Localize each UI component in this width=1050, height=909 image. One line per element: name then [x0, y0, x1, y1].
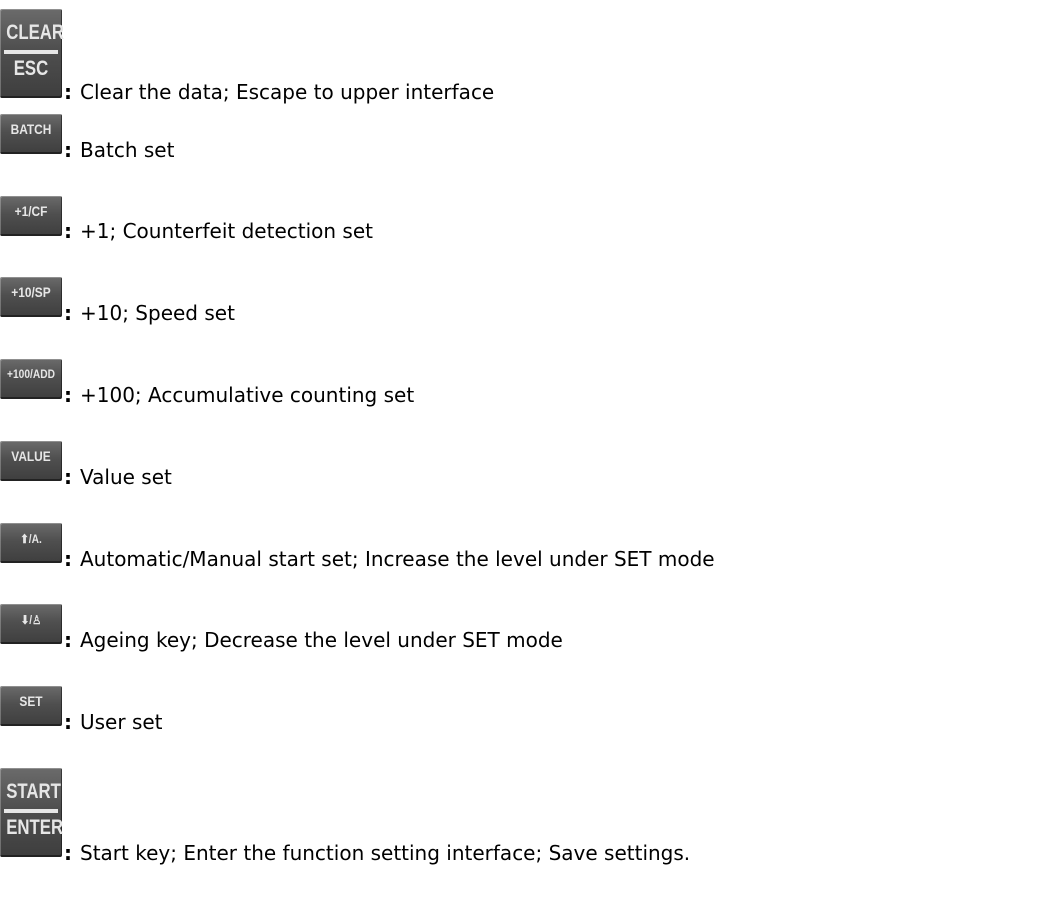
key-divider-bar: [4, 50, 58, 54]
key-description: : Start key; Enter the function setting i…: [64, 841, 690, 865]
plus100-add-key[interactable]: +100/ADD: [0, 359, 62, 399]
plus10-sp-key[interactable]: +10/SP: [0, 277, 62, 317]
down-ageing-key[interactable]: ⬇/♙: [0, 604, 62, 644]
plus100-add-description: +100; Accumulative counting set: [80, 383, 415, 407]
key-description: : +10; Speed set: [64, 301, 235, 325]
plus1-cf-key-label: +1/CF: [14, 203, 48, 219]
key-description: : +1; Counterfeit detection set: [64, 219, 373, 243]
up-arrow-auto-key-label: ⬆/A.: [20, 532, 42, 546]
esc-key-label: ESC: [13, 57, 49, 80]
key-description: : User set: [64, 710, 163, 734]
colon-separator: :: [64, 80, 72, 104]
key-description: : Value set: [64, 465, 172, 489]
plus10-sp-key-label: +10/SP: [11, 284, 51, 300]
set-key-label: SET: [19, 693, 43, 709]
plus1-cf-key[interactable]: +1/CF: [0, 196, 62, 236]
colon-separator: :: [64, 547, 72, 571]
start-enter-description: Start key; Enter the function setting in…: [80, 841, 691, 865]
batch-key[interactable]: BATCH: [0, 114, 62, 154]
batch-key-label: BATCH: [10, 121, 52, 137]
set-key[interactable]: SET: [0, 686, 62, 726]
colon-separator: :: [64, 138, 72, 162]
value-key-label: VALUE: [11, 448, 51, 464]
value-description: Value set: [80, 465, 172, 489]
value-key[interactable]: VALUE: [0, 441, 62, 481]
plus100-add-key-label: +100/ADD: [7, 367, 55, 381]
up-auto-key[interactable]: ⬆/A.: [0, 523, 62, 563]
colon-separator: :: [64, 383, 72, 407]
key-description: : Batch set: [64, 138, 174, 162]
enter-key-label: ENTER: [6, 816, 64, 839]
colon-separator: :: [64, 628, 72, 652]
up-auto-description: Automatic/Manual start set; Increase the…: [80, 547, 715, 571]
colon-separator: :: [64, 710, 72, 734]
plus10-sp-description: +10; Speed set: [80, 301, 235, 325]
colon-separator: :: [64, 465, 72, 489]
start-enter-key[interactable]: START ENTER: [0, 768, 64, 857]
key-description: : Clear the data; Escape to upper interfa…: [64, 80, 494, 104]
key-divider-bar: [4, 809, 58, 813]
down-ageing-description: Ageing key; Decrease the level under SET…: [80, 628, 563, 652]
colon-separator: :: [64, 841, 72, 865]
clear-key-label: CLEAR: [6, 21, 65, 44]
key-description: : Automatic/Manual start set; Increase th…: [64, 547, 715, 571]
colon-separator: :: [64, 301, 72, 325]
colon-separator: :: [64, 219, 72, 243]
clear-esc-description: Clear the data; Escape to upper interfac…: [80, 80, 495, 104]
key-description: : +100; Accumulative counting set: [64, 383, 414, 407]
down-arrow-person-key-label: ⬇/♙: [20, 613, 42, 627]
batch-description: Batch set: [80, 138, 175, 162]
clear-esc-key[interactable]: CLEAR ESC: [0, 9, 65, 98]
set-description: User set: [80, 710, 163, 734]
start-key-label: START: [6, 780, 61, 803]
key-description: : Ageing key; Decrease the level under SE…: [64, 628, 563, 652]
plus1-cf-description: +1; Counterfeit detection set: [80, 219, 373, 243]
